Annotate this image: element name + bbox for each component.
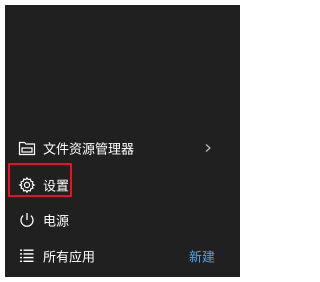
settings-label: 设置	[43, 179, 70, 195]
power-label: 电源	[43, 214, 70, 230]
all-apps-list-icon	[18, 247, 36, 265]
all-apps-item[interactable]: 所有应用 新建	[5, 238, 240, 274]
settings-item[interactable]: 设置	[5, 167, 240, 203]
power-icon	[18, 211, 36, 229]
all-apps-label: 所有应用	[43, 250, 96, 266]
power-item[interactable]: 电源	[5, 202, 240, 238]
start-menu-panel: 文件资源管理器 设置 电源 所有应用 新建	[5, 5, 240, 277]
folder-explorer-icon	[18, 139, 36, 157]
file-explorer-item[interactable]: 文件资源管理器	[5, 130, 240, 166]
file-explorer-label: 文件资源管理器	[43, 142, 135, 158]
new-link[interactable]: 新建	[189, 247, 215, 266]
gear-icon	[18, 176, 36, 194]
chevron-right-icon[interactable]	[203, 143, 213, 153]
